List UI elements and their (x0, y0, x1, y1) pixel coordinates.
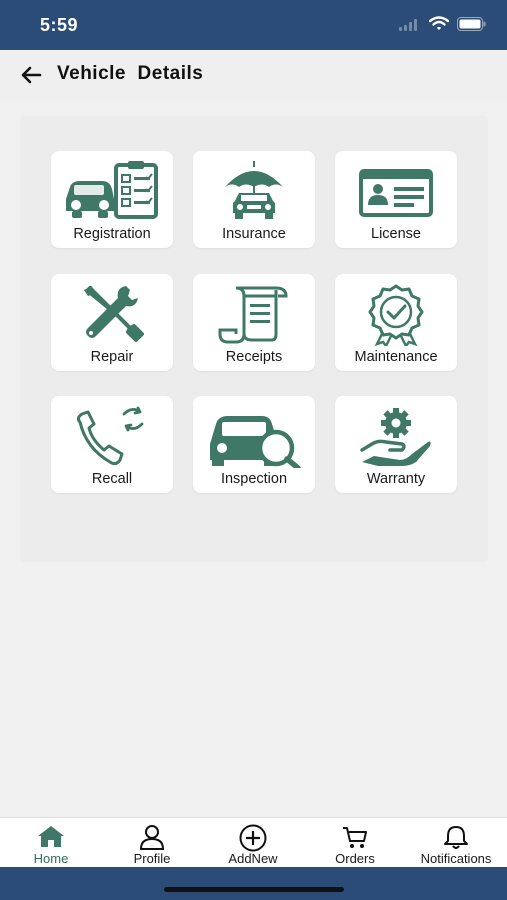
tab-label: Profile (133, 851, 171, 866)
tab-label: Home (33, 851, 69, 866)
tile-label: Recall (91, 471, 133, 487)
inspection-tile[interactable]: Inspection (193, 396, 315, 493)
cellular-signal-icon (399, 17, 421, 31)
receipt-scroll-icon (218, 286, 288, 344)
cart-icon (343, 827, 367, 848)
wifi-icon (429, 16, 449, 30)
license-tile[interactable]: License (335, 151, 457, 248)
car-checklist-icon (66, 161, 158, 219)
award-badge-icon (368, 284, 424, 346)
tile-label: Inspection (220, 471, 288, 487)
repair-tile[interactable]: Repair (51, 274, 173, 371)
insurance-tile[interactable]: Insurance (193, 151, 315, 248)
gear-hand-icon (360, 408, 431, 466)
tile-label: Maintenance (354, 349, 438, 365)
registration-tile[interactable]: Registration (51, 151, 173, 248)
tab-notifications[interactable]: Notifications (406, 818, 506, 868)
battery-icon (457, 16, 486, 31)
tab-label: Orders (335, 851, 375, 866)
tile-label: Receipts (225, 349, 283, 365)
bell-icon (444, 826, 468, 849)
id-card-icon (359, 169, 433, 217)
receipts-tile[interactable]: Receipts (193, 274, 315, 371)
bottom-tab-bar: Home Profile AddNew Orders Notifications (0, 817, 507, 867)
tile-label: Registration (73, 226, 151, 242)
page-title: Vehicle Details (57, 63, 204, 84)
tile-label: Warranty (366, 471, 426, 487)
tile-label: Repair (90, 349, 134, 365)
home-indicator[interactable] (164, 887, 344, 892)
status-time: 5:59 (40, 15, 79, 35)
tab-label: AddNew (228, 851, 278, 866)
tab-home[interactable]: Home (1, 818, 101, 868)
tile-label: License (371, 226, 421, 242)
arrow-left-icon[interactable] (18, 61, 46, 89)
home-indicator-area (0, 867, 507, 900)
phone-refresh-icon (76, 406, 144, 466)
car-umbrella-icon (225, 161, 283, 219)
person-icon (139, 825, 165, 850)
app-header: Vehicle Details (0, 50, 507, 100)
plus-circle-icon (239, 824, 267, 852)
tab-profile[interactable]: Profile (102, 818, 202, 868)
status-bar: 5:59 (0, 0, 507, 50)
tile-label: Insurance (222, 226, 286, 242)
vehicle-options-panel: Registration Insurance License Repair Re… (20, 116, 488, 562)
maintenance-tile[interactable]: Maintenance (335, 274, 457, 371)
wrench-screwdriver-icon (84, 286, 144, 342)
car-magnifier-icon (210, 416, 301, 468)
status-icons (399, 16, 487, 31)
warranty-tile[interactable]: Warranty (335, 396, 457, 493)
tab-orders[interactable]: Orders (305, 818, 405, 868)
recall-tile[interactable]: Recall (51, 396, 173, 493)
tab-label: Notifications (420, 851, 492, 866)
tab-addnew[interactable]: AddNew (203, 818, 303, 868)
home-icon (38, 826, 64, 847)
